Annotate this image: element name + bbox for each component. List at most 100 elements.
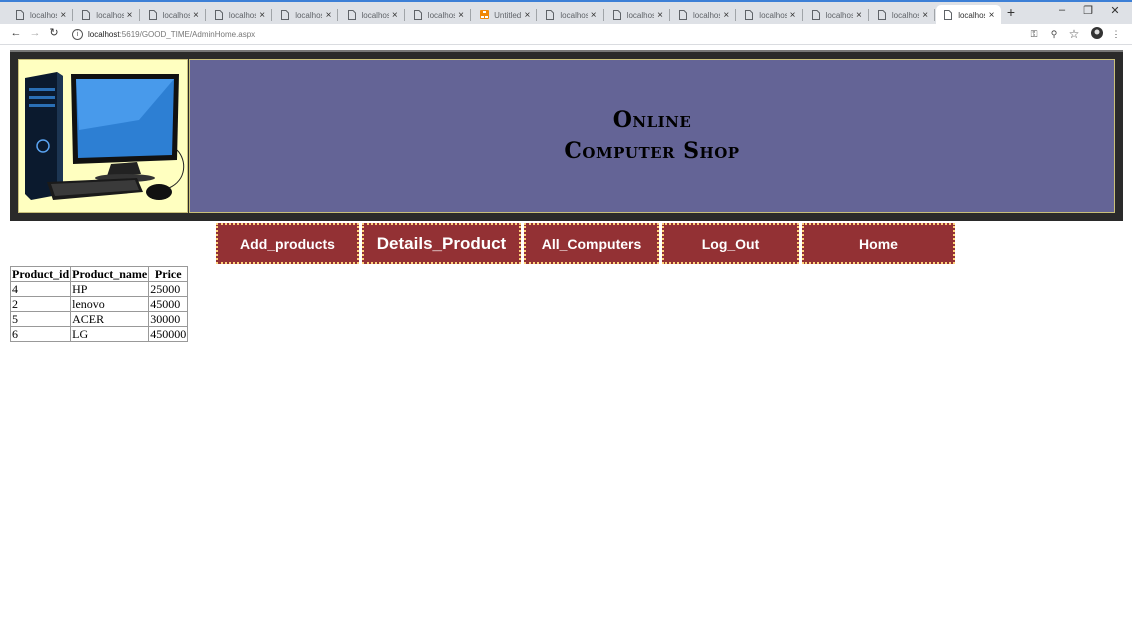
- browser-tab[interactable]: localhost:×: [273, 5, 339, 25]
- page-icon: [679, 10, 687, 20]
- zoom-icon[interactable]: ⚲: [1047, 27, 1061, 41]
- all-computers-button[interactable]: All_Computers: [524, 223, 659, 264]
- info-icon[interactable]: i: [72, 28, 83, 40]
- site-title-line2: Computer Shop: [564, 138, 740, 164]
- product-name-cell: ACER: [70, 311, 150, 327]
- browser-tab[interactable]: Untitled -×: [472, 5, 538, 25]
- close-window-button[interactable]: ✕: [1101, 4, 1129, 17]
- page-icon: [214, 10, 223, 20]
- close-tab-icon[interactable]: ×: [256, 10, 268, 21]
- tab-title: localhost:: [361, 10, 389, 20]
- product-id-cell: 2: [9, 296, 72, 312]
- browser-tab[interactable]: localhost:×: [207, 5, 273, 25]
- table-row: 4 HP 25000: [9, 281, 189, 297]
- close-tab-icon[interactable]: ×: [853, 10, 865, 21]
- browser-tab[interactable]: localhost:×: [340, 5, 405, 25]
- tab-title: localhost:: [958, 10, 985, 20]
- browser-tab[interactable]: localhost:×: [870, 5, 936, 25]
- price-cell: 30000: [148, 311, 189, 327]
- profile-avatar-icon[interactable]: [1090, 27, 1104, 41]
- log-out-button[interactable]: Log_Out: [662, 223, 799, 264]
- tab-title: localhost:: [162, 10, 190, 20]
- tab-separator: [470, 9, 472, 21]
- tab-separator: [271, 9, 273, 21]
- tab-title: localhost:: [96, 10, 123, 20]
- close-tab-icon[interactable]: ×: [720, 10, 732, 21]
- page-icon: [811, 10, 820, 20]
- close-tab-icon[interactable]: ×: [588, 10, 600, 21]
- tab-title: localhost:: [693, 10, 720, 20]
- page-icon: [745, 10, 754, 20]
- tab-separator: [668, 9, 670, 21]
- close-tab-icon[interactable]: ×: [190, 10, 202, 21]
- close-tab-icon[interactable]: ×: [124, 10, 136, 21]
- page-icon: [347, 10, 356, 20]
- reload-icon[interactable]: ↻: [47, 26, 61, 40]
- key-icon[interactable]: ⚿: [1027, 27, 1041, 41]
- menu-kebab-icon[interactable]: ⋮: [1109, 27, 1123, 41]
- table-row: 6 LG 450000: [9, 326, 189, 342]
- tab-separator: [536, 9, 538, 21]
- tab-separator: [801, 9, 803, 21]
- tab-separator: [403, 9, 405, 21]
- price-cell: 25000: [148, 281, 189, 297]
- minimize-button[interactable]: –: [1048, 4, 1076, 16]
- browser-tab[interactable]: localhost:×: [141, 5, 206, 25]
- tab-separator: [72, 9, 74, 21]
- product-name-cell: lenovo: [70, 296, 150, 312]
- close-tab-icon[interactable]: ×: [521, 10, 533, 21]
- url-host: localhost: [88, 29, 120, 39]
- column-header: Product_id: [9, 266, 72, 282]
- browser-tab[interactable]: localhost:×: [74, 5, 140, 25]
- new-tab-button[interactable]: +: [1004, 4, 1018, 20]
- add-products-button[interactable]: Add_products: [216, 223, 359, 264]
- close-tab-icon[interactable]: ×: [787, 10, 799, 21]
- close-tab-icon[interactable]: ×: [985, 10, 997, 21]
- product-id-cell: 4: [9, 281, 72, 297]
- browser-tab[interactable]: localhost:×: [936, 5, 1002, 25]
- tab-title: localhost:: [427, 10, 455, 20]
- forward-arrow-icon[interactable]: →: [28, 26, 42, 40]
- browser-tab-strip: + – ❐ ✕ localhost:×localhost:×localhost:…: [0, 0, 1132, 25]
- close-tab-icon[interactable]: ×: [389, 10, 401, 21]
- browser-toolbar: ← → ↻ i localhost:5619/GOOD_TIME/AdminHo…: [0, 24, 1132, 45]
- home-button[interactable]: Home: [802, 223, 955, 264]
- page-icon: [612, 10, 621, 20]
- site-header: Online Computer Shop: [10, 50, 1123, 221]
- browser-tab[interactable]: localhost:×: [8, 5, 74, 25]
- address-bar[interactable]: i localhost:5619/GOOD_TIME/AdminHome.asp…: [66, 26, 1066, 42]
- close-tab-icon[interactable]: ×: [654, 10, 666, 21]
- tab-title: localhost:: [560, 10, 587, 20]
- close-tab-icon[interactable]: ×: [455, 10, 467, 21]
- browser-tab[interactable]: localhost:×: [538, 5, 604, 25]
- tab-title: localhost:: [825, 10, 853, 20]
- page-icon: [281, 10, 290, 20]
- page-icon: [82, 10, 91, 20]
- restore-button[interactable]: ❐: [1074, 4, 1102, 17]
- close-tab-icon[interactable]: ×: [57, 10, 69, 21]
- browser-tab[interactable]: localhost:×: [804, 5, 869, 25]
- computer-logo: [18, 59, 188, 213]
- back-arrow-icon[interactable]: ←: [9, 26, 23, 40]
- url-path: :5619/GOOD_TIME/AdminHome.aspx: [119, 29, 256, 39]
- browser-tab[interactable]: localhost:×: [737, 5, 803, 25]
- browser-tab[interactable]: localhost:×: [406, 5, 472, 25]
- table-row: 2 lenovo 45000: [9, 296, 189, 312]
- close-tab-icon[interactable]: ×: [919, 10, 931, 21]
- column-header: Price: [148, 266, 189, 282]
- tab-separator: [204, 9, 206, 21]
- details-product-button[interactable]: Details_Product: [362, 223, 521, 264]
- tab-separator: [867, 9, 869, 21]
- tab-separator: [337, 9, 339, 21]
- page-icon: [944, 10, 953, 20]
- column-header: Product_name: [70, 266, 150, 282]
- tab-separator: [934, 9, 936, 21]
- tab-separator: [602, 9, 604, 21]
- browser-tab[interactable]: localhost:×: [671, 5, 737, 25]
- browser-tab[interactable]: localhost:×: [605, 5, 670, 25]
- tab-separator: [138, 9, 140, 21]
- tab-title: localhost:: [891, 10, 919, 20]
- close-tab-icon[interactable]: ×: [322, 10, 334, 21]
- star-icon[interactable]: ☆: [1067, 27, 1081, 41]
- tab-separator: [735, 9, 737, 21]
